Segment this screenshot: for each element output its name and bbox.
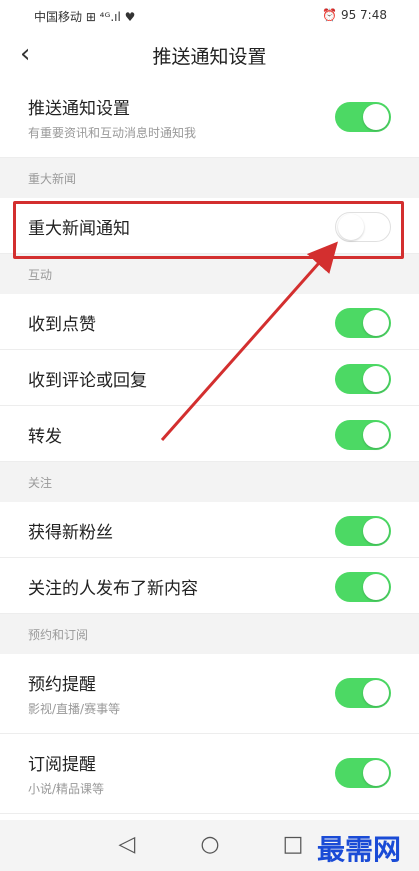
likes-title: 收到点赞 [28,315,96,335]
master-push-row: 推送通知设置 有重要资讯和互动消息时通知我 [0,78,419,158]
new-fans-toggle[interactable] [335,516,391,546]
master-push-toggle[interactable] [335,102,391,132]
comments-row: 收到评论或回复 [0,350,419,406]
major-news-row: 重大新闻通知 [0,198,419,254]
reservation-subtitle: 影视/直播/赛事等 [28,702,121,716]
new-fans-title: 获得新粉丝 [28,523,113,543]
subscription-title: 订阅提醒 [28,755,96,775]
section-label: 关注 [28,476,53,490]
subscription-subtitle: 小说/精品课等 [28,782,105,796]
forward-title: 转发 [28,427,62,447]
master-push-title: 推送通知设置 [28,99,130,119]
section-header-interaction: 互动 [0,254,419,294]
reservation-toggle[interactable] [335,678,391,708]
system-recent-icon[interactable]: □ [278,830,308,860]
followed-posts-title: 关注的人发布了新内容 [28,579,198,599]
nav-bar: ‹ 推送通知设置 [0,30,419,78]
subscription-row: 订阅提醒 小说/精品课等 [0,734,419,814]
master-push-subtitle: 有重要资讯和互动消息时通知我 [28,126,197,140]
toggle-knob [363,760,389,786]
status-carrier: 中国移动 ⊞ ⁴ᴳ.ıl ♥ [34,10,136,24]
likes-row: 收到点赞 [0,294,419,350]
comments-toggle[interactable] [335,364,391,394]
section-header-subscribe: 预约和订阅 [0,614,419,654]
toggle-knob [363,518,389,544]
section-label: 重大新闻 [28,172,77,186]
comments-title: 收到评论或回复 [28,371,147,391]
status-time: ⏰ 95 7:48 [322,8,387,22]
major-news-title: 重大新闻通知 [28,219,130,239]
new-fans-row: 获得新粉丝 [0,502,419,558]
section-header-major-news: 重大新闻 [0,158,419,198]
major-news-toggle[interactable] [335,212,391,242]
settings-list: 推送通知设置 有重要资讯和互动消息时通知我 重大新闻 重大新闻通知 互动 收到点… [0,78,419,814]
subscription-toggle[interactable] [335,758,391,788]
followed-posts-toggle[interactable] [335,572,391,602]
toggle-knob [363,574,389,600]
reservation-row: 预约提醒 影视/直播/赛事等 [0,654,419,734]
section-label: 互动 [28,268,53,282]
section-label: 预约和订阅 [28,628,89,642]
toggle-knob [363,310,389,336]
toggle-knob [363,680,389,706]
toggle-knob [363,366,389,392]
system-back-icon[interactable]: ◁ [112,830,142,860]
system-home-icon[interactable]: ○ [195,830,225,860]
forward-row: 转发 [0,406,419,462]
status-bar: 中国移动 ⊞ ⁴ᴳ.ıl ♥ ⏰ 95 7:48 [0,0,419,30]
system-nav-bar: ◁ ○ □ 最需网 [0,820,419,871]
reservation-title: 预约提醒 [28,675,96,695]
toggle-knob [338,214,364,240]
toggle-knob [363,104,389,130]
forward-toggle[interactable] [335,420,391,450]
watermark-logo: 最需网 [316,833,401,866]
likes-toggle[interactable] [335,308,391,338]
page-title: 推送通知设置 [152,46,267,68]
toggle-knob [363,422,389,448]
section-header-follow: 关注 [0,462,419,502]
followed-posts-row: 关注的人发布了新内容 [0,558,419,614]
